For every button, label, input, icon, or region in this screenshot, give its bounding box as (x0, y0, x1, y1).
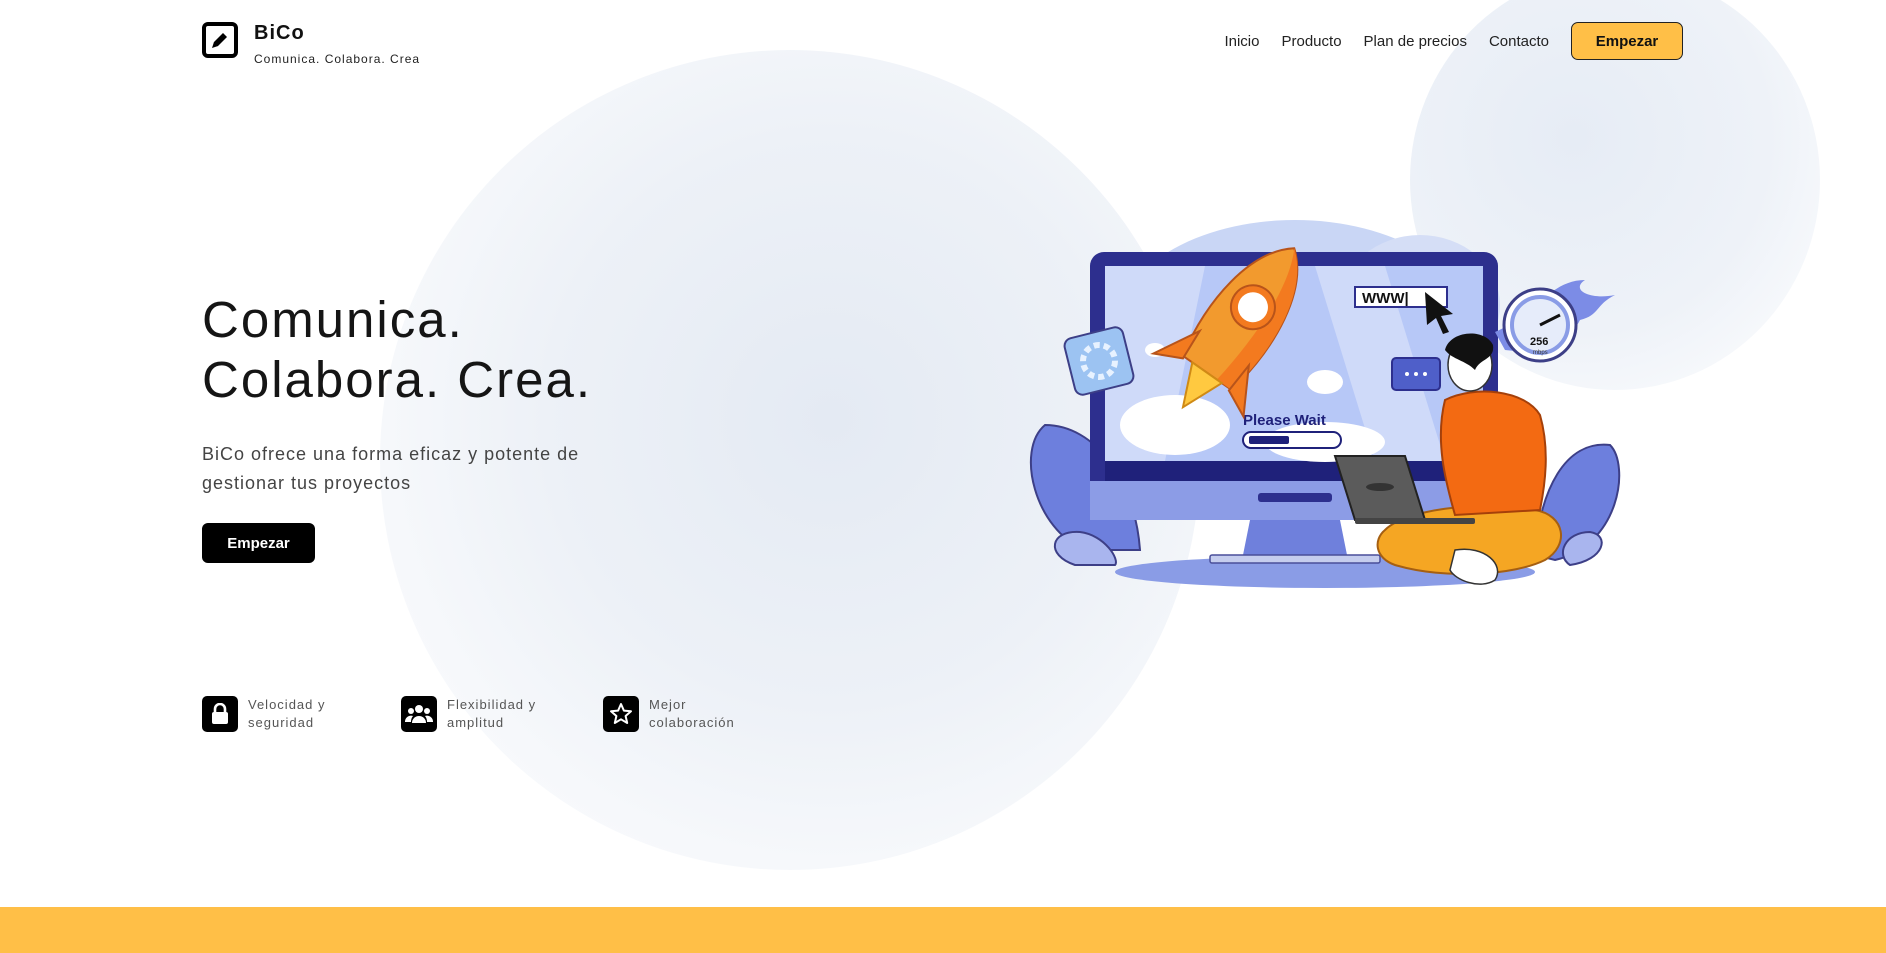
hero-title-line2: Colabora. Crea. (202, 351, 593, 408)
hero-illustration: WWW| Please Wait 256 mbps (1025, 210, 1630, 605)
lock-icon (202, 696, 238, 732)
feature-label: Velocidad y seguridad (248, 697, 326, 730)
hero-description: BiCo ofrece una forma eficaz y potente d… (202, 444, 580, 493)
speed-value: 256 (1530, 336, 1548, 348)
brand-tagline: Comunica. Colabora. Crea (254, 52, 421, 66)
status-text: Please Wait (1243, 412, 1326, 429)
nav-inicio[interactable]: Inicio (1224, 33, 1259, 50)
speed-unit: mbps (1533, 350, 1548, 356)
feature-item: Mejor colaboración (603, 696, 744, 732)
logo[interactable]: BiCo Comunica. Colabora. Crea (202, 22, 420, 66)
bottom-section-band (0, 907, 1886, 953)
main-nav: Inicio Producto Plan de precios Contacto… (1202, 22, 1683, 60)
users-icon (401, 696, 437, 732)
pencil-icon (202, 22, 238, 58)
header-start-button[interactable]: Empezar (1571, 22, 1683, 60)
feature-label: Flexibilidad y amplitud (447, 697, 537, 730)
feature-item: Flexibilidad y amplitud (401, 696, 542, 732)
nav-plan-de-precios[interactable]: Plan de precios (1364, 33, 1467, 50)
feature-label: Mejor colaboración (649, 697, 735, 730)
hero-title-line1: Comunica. (202, 291, 464, 348)
nav-contacto[interactable]: Contacto (1489, 33, 1549, 50)
brand-name: BiCo (254, 22, 305, 44)
feature-item: Velocidad y seguridad (202, 696, 343, 732)
star-icon (603, 696, 639, 732)
nav-producto[interactable]: Producto (1282, 33, 1342, 50)
hero-start-button[interactable]: Empezar (202, 523, 315, 563)
url-text: WWW| (1362, 290, 1409, 307)
hero-title: Comunica. Colabora. Crea. (202, 290, 592, 410)
site-header: BiCo Comunica. Colabora. Crea Inicio Pro… (0, 0, 1886, 84)
